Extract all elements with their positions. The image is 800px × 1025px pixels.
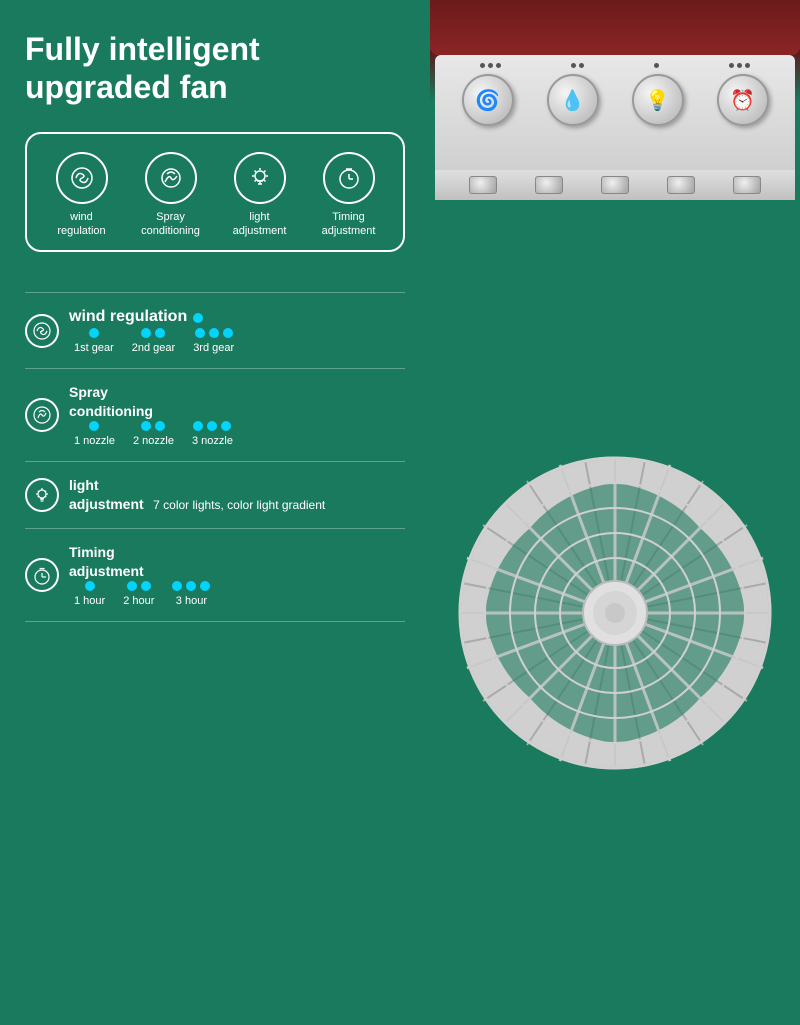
dots-group-2 — [571, 63, 584, 68]
spray-icon — [145, 152, 197, 204]
left-panel: Fully intelligent upgraded fan windregul… — [0, 0, 430, 1025]
timing-spec-name: Timingadjustment — [69, 544, 144, 579]
strip-knob-1 — [469, 176, 497, 194]
spec-timing-icon — [25, 558, 59, 592]
strip-knob-5 — [733, 176, 761, 194]
timing-1hr: 1 hour — [74, 581, 105, 607]
knob-wind[interactable]: 🌀 — [462, 74, 514, 126]
timing-spec-details: 1 hour 2 hour 3 hour — [74, 581, 405, 607]
spec-spray-row: Sprayconditioning 1 nozzle 2 nozzle 3 no… — [25, 369, 405, 462]
page-title: Fully intelligent upgraded fan — [25, 30, 405, 107]
strip-knob-3 — [601, 176, 629, 194]
wind-spec-details: 1st gear 2nd gear 3rd gear — [74, 328, 405, 354]
indicator-dots-row — [445, 63, 785, 68]
grille-bg — [435, 200, 795, 1025]
feature-timing: Timingadjustment — [309, 152, 389, 239]
wind-2nd: 2nd gear — [132, 328, 175, 354]
light-spec-name: lightadjustment — [69, 477, 144, 512]
wind-icon — [56, 152, 108, 204]
light-label: lightadjustment — [233, 210, 287, 239]
strip-knob-4 — [667, 176, 695, 194]
spec-wind-icon — [25, 314, 59, 348]
feature-light: lightadjustment — [220, 152, 300, 239]
timing-2hr: 2 hour — [123, 581, 154, 607]
feature-spray: Sprayconditioning — [131, 152, 211, 239]
timing-icon — [323, 152, 375, 204]
wind-1st: 1st gear — [74, 328, 114, 354]
specs-section: wind regulation 1st gear 2nd gear 3rd ge… — [25, 292, 405, 622]
strip-knob-2 — [535, 176, 563, 194]
title-line2: upgraded fan — [25, 69, 228, 105]
right-panel: 🌀 💧 💡 ⏰ — [430, 0, 800, 1025]
fan-grille-svg — [455, 453, 775, 773]
grille-section — [435, 170, 795, 1025]
spray-spec-name: Sprayconditioning — [69, 384, 153, 419]
knob-light[interactable]: 💡 — [632, 74, 684, 126]
spec-light-row: lightadjustment 7 color lights, color li… — [25, 462, 405, 529]
spray-1: 1 nozzle — [74, 421, 115, 447]
control-panel: 🌀 💧 💡 ⏰ — [435, 55, 795, 170]
light-icon — [234, 152, 286, 204]
knob-timing[interactable]: ⏰ — [717, 74, 769, 126]
timing-label: Timingadjustment — [322, 210, 376, 239]
features-box: windregulation Sprayconditioning — [25, 132, 405, 253]
wind-3rd: 3rd gear — [193, 328, 234, 354]
fan-image: 🌀 💧 💡 ⏰ — [430, 0, 800, 1025]
spec-spray-icon — [25, 398, 59, 432]
dots-group-3 — [654, 63, 659, 68]
spec-timing-row: Timingadjustment 1 hour 2 hour 3 hour — [25, 529, 405, 622]
spray-3: 3 nozzle — [192, 421, 233, 447]
spray-label: Sprayconditioning — [141, 210, 200, 239]
spec-light-icon — [25, 478, 59, 512]
control-strip — [435, 170, 795, 200]
light-spec-text: 7 color lights, color light gradient — [153, 498, 325, 512]
wind-spec-name: wind regulation — [69, 307, 187, 328]
feature-wind: windregulation — [42, 152, 122, 239]
knobs-row: 🌀 💧 💡 ⏰ — [445, 74, 785, 126]
timing-3hr: 3 hour — [172, 581, 210, 607]
spray-spec-details: 1 nozzle 2 nozzle 3 nozzle — [74, 421, 405, 447]
top-strip — [430, 0, 800, 55]
knob-spray[interactable]: 💧 — [547, 74, 599, 126]
wind-label: windregulation — [57, 210, 105, 239]
dots-group-4 — [729, 63, 750, 68]
spec-wind-row: wind regulation 1st gear 2nd gear 3rd ge… — [25, 292, 405, 369]
title-line1: Fully intelligent — [25, 31, 260, 67]
dots-group-1 — [480, 63, 501, 68]
spray-2: 2 nozzle — [133, 421, 174, 447]
